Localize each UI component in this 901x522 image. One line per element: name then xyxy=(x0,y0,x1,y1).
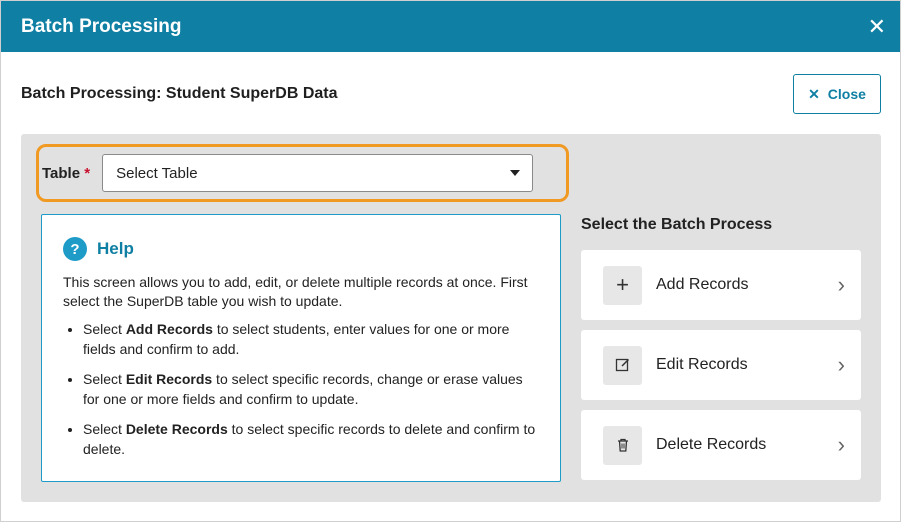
table-select[interactable]: Select Table xyxy=(102,154,534,192)
help-icon: ? xyxy=(63,237,87,261)
help-intro: This screen allows you to add, edit, or … xyxy=(63,274,528,309)
add-records-button[interactable]: + Add Records › xyxy=(581,250,861,320)
edit-records-button[interactable]: Edit Records › xyxy=(581,330,861,400)
batch-process-title: Select the Batch Process xyxy=(581,216,773,233)
chevron-right-icon: › xyxy=(837,432,845,457)
action-label: Edit Records xyxy=(656,356,748,373)
help-title: Help xyxy=(97,239,134,258)
help-header: ? Help xyxy=(63,237,540,261)
table-field-group: Table * Select Table xyxy=(36,144,569,202)
caret-down-icon xyxy=(510,170,521,176)
action-label: Add Records xyxy=(656,276,749,293)
help-item-add: Select Add Records to select students, e… xyxy=(83,319,540,359)
help-list: Select Add Records to select students, e… xyxy=(63,319,540,459)
modal-title: Batch Processing xyxy=(21,15,182,37)
close-icon: ✕ xyxy=(808,85,820,102)
action-label: Delete Records xyxy=(656,436,767,453)
trash-icon xyxy=(603,425,642,465)
edit-icon xyxy=(603,345,642,385)
close-x-icon[interactable]: ✕ xyxy=(868,15,886,38)
close-button[interactable]: ✕ Close xyxy=(793,74,881,114)
help-item-edit: Select Edit Records to select specific r… xyxy=(83,369,540,409)
modal-header: Batch Processing ✕ xyxy=(1,1,900,52)
help-box: ? Help This screen allows you to add, ed… xyxy=(41,214,561,482)
delete-records-button[interactable]: Delete Records › xyxy=(581,410,861,480)
chevron-right-icon: › xyxy=(837,272,845,297)
help-item-delete: Select Delete Records to select specific… xyxy=(83,419,540,459)
required-mark: * xyxy=(84,164,91,182)
batch-processing-modal: Batch Processing ✕ Batch Processing: Stu… xyxy=(0,0,901,522)
table-label: Table * xyxy=(42,164,91,182)
table-select-value: Select Table xyxy=(116,164,198,182)
plus-icon: + xyxy=(603,265,642,305)
batch-panel: Table * Select Table ? Help This screen … xyxy=(21,134,881,502)
chevron-right-icon: › xyxy=(837,352,845,377)
page-title: Batch Processing: Student SuperDB Data xyxy=(21,85,338,102)
close-button-label: Close xyxy=(827,86,866,102)
